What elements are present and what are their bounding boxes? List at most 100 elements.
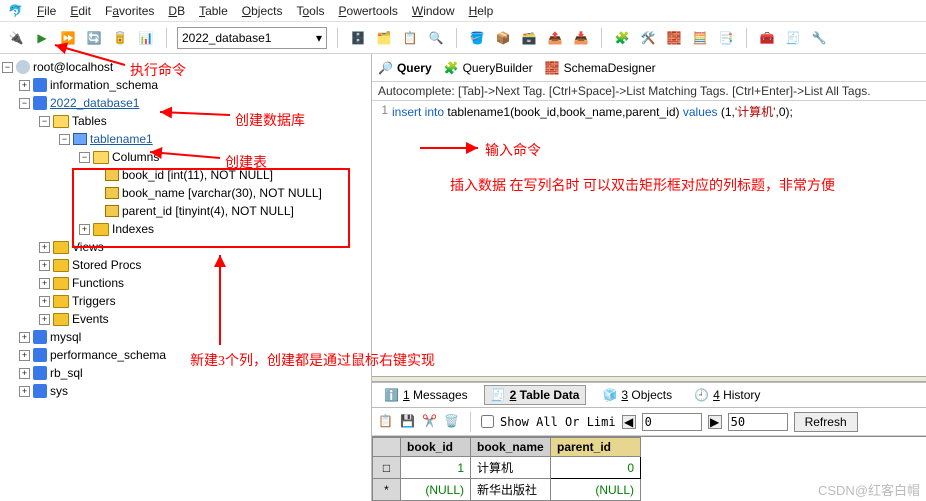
tb-icon-2[interactable]: 🗂️ — [374, 28, 394, 48]
tb-icon-8[interactable]: 📤 — [545, 28, 565, 48]
menu-edit[interactable]: Edit — [70, 4, 91, 18]
tb-icon-5[interactable]: 🪣 — [467, 28, 487, 48]
row-marker: □ — [373, 457, 401, 479]
tree-functions[interactable]: +Functions — [2, 274, 369, 292]
tab-querybuilder[interactable]: 🧩QueryBuilder — [444, 61, 533, 75]
menu-favorites[interactable]: Favorites — [105, 4, 154, 18]
tb-icon-15[interactable]: 🧰 — [757, 28, 777, 48]
col-header[interactable]: parent_id — [551, 438, 641, 457]
tree-triggers[interactable]: +Triggers — [2, 292, 369, 310]
col-header[interactable]: book_id — [401, 438, 471, 457]
stop-icon[interactable]: 🥫 — [110, 28, 130, 48]
tab-objects[interactable]: 🧊3 Objects — [596, 386, 678, 404]
tree-db[interactable]: +rb_sql — [2, 364, 369, 382]
database-selector[interactable]: 2022_database1 ▾ — [177, 27, 327, 49]
tb-icon-11[interactable]: 🛠️ — [638, 28, 658, 48]
history-icon: 🕘 — [694, 388, 709, 402]
tree-column[interactable]: book_name [varchar(30), NOT NULL] — [2, 184, 369, 202]
sd-icon: 🧱 — [545, 61, 560, 75]
editor-tabs: 🔎Query 🧩QueryBuilder 🧱SchemaDesigner — [372, 54, 926, 82]
tb-icon-10[interactable]: 🧩 — [612, 28, 632, 48]
col-header[interactable]: book_name — [471, 438, 551, 457]
tab-schemadesigner[interactable]: 🧱SchemaDesigner — [545, 61, 656, 75]
objects-icon: 🧊 — [602, 388, 617, 402]
qb-icon: 🧩 — [444, 61, 459, 75]
grid-icon[interactable]: 📋 — [378, 414, 394, 430]
tree-procs[interactable]: +Stored Procs — [2, 256, 369, 274]
tb-icon-17[interactable]: 🔧 — [809, 28, 829, 48]
menu-table[interactable]: Table — [199, 4, 228, 18]
tree-events[interactable]: +Events — [2, 310, 369, 328]
menu-tools[interactable]: Tools — [296, 4, 324, 18]
watermark: CSDN@红客白帽 — [818, 480, 920, 499]
tree-table[interactable]: −tablename1 — [2, 130, 369, 148]
menu-window[interactable]: Window — [412, 4, 455, 18]
database-selected: 2022_database1 — [182, 31, 271, 45]
tree-indexes[interactable]: +Indexes — [2, 220, 369, 238]
tool-icon[interactable]: 📊 — [136, 28, 156, 48]
limit-from-input[interactable] — [642, 413, 702, 431]
row-marker: * — [373, 479, 401, 501]
tree-db[interactable]: +performance_schema — [2, 346, 369, 364]
app-icon: 🐬 — [8, 4, 23, 18]
tree-db[interactable]: +information_schema — [2, 76, 369, 94]
cut-icon[interactable]: ✂️ — [422, 414, 438, 430]
menu-powertools[interactable]: Powertools — [339, 4, 398, 18]
menu-bar: 🐬 File Edit Favorites DB Table Objects T… — [0, 0, 926, 22]
tree-column[interactable]: parent_id [tinyint(4), NOT NULL] — [2, 202, 369, 220]
table-row[interactable]: □ 1 计算机 0 — [373, 457, 641, 479]
execute-all-icon[interactable]: ⏩ — [58, 28, 78, 48]
tb-icon-14[interactable]: 📑 — [716, 28, 736, 48]
tb-icon-7[interactable]: 🗃️ — [519, 28, 539, 48]
autocomplete-hint: Autocomplete: [Tab]->Next Tag. [Ctrl+Spa… — [372, 82, 926, 101]
next-page-button[interactable]: ▶ — [708, 415, 722, 429]
row-header-blank — [373, 438, 401, 457]
tree-db[interactable]: −2022_database1 — [2, 94, 369, 112]
tb-icon-13[interactable]: 🧮 — [690, 28, 710, 48]
data-toolbar: 📋 💾 ✂️ 🗑️ Show All Or Limi ◀ ▶ Refresh — [372, 408, 926, 436]
tab-table-data[interactable]: 🧾2 Table Data — [484, 385, 587, 405]
tree-root[interactable]: −root@localhost — [2, 58, 369, 76]
table-icon: 🧾 — [491, 388, 506, 402]
sql-editor[interactable]: 1 insert into tablename1(book_id,book_na… — [372, 101, 926, 376]
delete-icon[interactable]: 🗑️ — [444, 414, 460, 430]
tree-tables[interactable]: −Tables — [2, 112, 369, 130]
prev-page-button[interactable]: ◀ — [622, 415, 636, 429]
tb-icon-3[interactable]: 📋 — [400, 28, 420, 48]
tab-messages[interactable]: ℹ️1 Messages — [378, 386, 474, 404]
sql-code: insert into tablename1(book_id,book_name… — [392, 103, 926, 374]
new-connection-icon[interactable]: 🔌 — [6, 28, 26, 48]
menu-objects[interactable]: Objects — [242, 4, 283, 18]
table-row[interactable]: * (NULL) 新华出版社 (NULL) — [373, 479, 641, 501]
chevron-down-icon: ▾ — [316, 31, 322, 45]
tb-icon-12[interactable]: 🧱 — [664, 28, 684, 48]
toolbar: 🔌 ▶ ⏩ 🔄 🥫 📊 2022_database1 ▾ 🗄️ 🗂️ 📋 🔍 🪣… — [0, 22, 926, 54]
tree-db[interactable]: +sys — [2, 382, 369, 400]
line-number: 1 — [372, 103, 392, 374]
show-all-label: Show All Or Limi — [500, 415, 616, 429]
show-all-checkbox[interactable] — [481, 415, 494, 428]
result-tabs: ℹ️1 Messages 🧾2 Table Data 🧊3 Objects 🕘4… — [372, 382, 926, 408]
menu-help[interactable]: Help — [469, 4, 494, 18]
object-browser: −root@localhost +information_schema −202… — [0, 54, 372, 501]
tree-views[interactable]: +Views — [2, 238, 369, 256]
limit-to-input[interactable] — [728, 413, 788, 431]
query-icon: 🔎 — [378, 61, 393, 75]
info-icon: ℹ️ — [384, 388, 399, 402]
tree-column[interactable]: book_id [int(11), NOT NULL] — [2, 166, 369, 184]
execute-icon[interactable]: ▶ — [32, 28, 52, 48]
tree-db[interactable]: +mysql — [2, 328, 369, 346]
menu-file[interactable]: File — [37, 4, 56, 18]
tb-icon-9[interactable]: 📥 — [571, 28, 591, 48]
tb-icon-1[interactable]: 🗄️ — [348, 28, 368, 48]
tree-columns[interactable]: −Columns — [2, 148, 369, 166]
refresh-button[interactable]: Refresh — [794, 412, 858, 432]
menu-db[interactable]: DB — [168, 4, 185, 18]
tab-query[interactable]: 🔎Query — [378, 61, 432, 75]
refresh-icon[interactable]: 🔄 — [84, 28, 104, 48]
tb-icon-4[interactable]: 🔍 — [426, 28, 446, 48]
save-icon[interactable]: 💾 — [400, 414, 416, 430]
tb-icon-6[interactable]: 📦 — [493, 28, 513, 48]
tb-icon-16[interactable]: 🧾 — [783, 28, 803, 48]
tab-history[interactable]: 🕘4 History — [688, 386, 766, 404]
